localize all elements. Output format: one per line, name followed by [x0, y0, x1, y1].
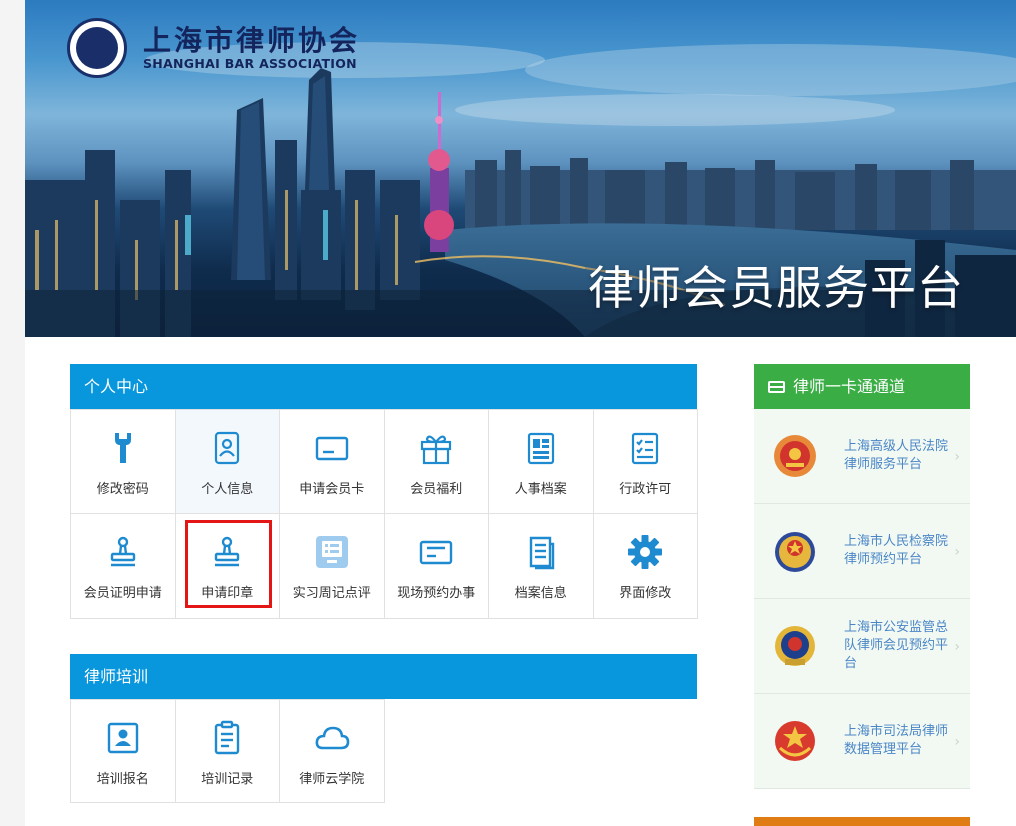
- tile-label: 个人信息: [201, 482, 254, 497]
- justice-bureau-link[interactable]: 上海市司法局律师 数据管理平台 ›: [754, 694, 970, 789]
- tile-label: 界面修改: [619, 586, 672, 601]
- link-line-2: 律师服务平台: [844, 457, 923, 472]
- registration-badge-icon: [105, 720, 141, 756]
- platform-title: 律师会员服务平台: [588, 261, 964, 315]
- wrench-icon: [105, 430, 141, 466]
- apply-seal-tile[interactable]: 申请印章: [175, 514, 280, 619]
- tile-label: 申请印章: [201, 586, 254, 601]
- public-security-link[interactable]: 上海市公安监管总 队律师会见预约平台 ›: [754, 599, 970, 694]
- archive-doc-icon: [523, 534, 559, 570]
- personal-info-tile[interactable]: 个人信息: [175, 410, 280, 514]
- training-registration-tile[interactable]: 培训报名: [71, 700, 176, 803]
- org-name-en: SHANGHAI BAR ASSOCIATION: [143, 56, 357, 71]
- change-password-tile[interactable]: 修改密码: [71, 410, 176, 514]
- link-line-2: 律师预约平台: [844, 552, 923, 567]
- cloud-icon: [314, 720, 350, 756]
- chevron-right-icon: ›: [954, 544, 960, 560]
- onsite-appointment-tile[interactable]: 现场预约办事: [384, 514, 489, 619]
- page: 上海市律师协会 SHANGHAI BAR ASSOCIATION 律师会员服务平…: [25, 0, 1016, 826]
- checklist-icon: [627, 430, 663, 466]
- chevron-right-icon: ›: [954, 449, 960, 465]
- tile-label: 律师云学院: [299, 772, 365, 787]
- header-banner: 上海市律师协会 SHANGHAI BAR ASSOCIATION 律师会员服务平…: [25, 0, 1016, 337]
- tile-label: 档案信息: [514, 586, 567, 601]
- procuratorate-emblem-icon: [775, 532, 815, 572]
- tile-label: 培训报名: [96, 772, 149, 787]
- apply-member-card-tile[interactable]: 申请会员卡: [280, 410, 385, 514]
- link-line-1: 上海市公安监管总: [844, 620, 949, 635]
- procuratorate-link[interactable]: 上海市人民检察院 律师预约平台 ›: [754, 504, 970, 599]
- gear-icon: [627, 534, 663, 570]
- appointment-card-icon: [418, 534, 454, 570]
- internship-weekly-review-tile[interactable]: 实习周记点评: [280, 514, 385, 619]
- link-line-2: 数据管理平台: [844, 742, 923, 757]
- association-seal-icon: [67, 18, 127, 78]
- chevron-right-icon: ›: [954, 734, 960, 750]
- tile-label: 行政许可: [619, 482, 672, 497]
- tile-label: 申请会员卡: [299, 482, 365, 497]
- tile-label: 现场预约办事: [397, 586, 476, 601]
- clipboard-icon: [209, 720, 245, 756]
- one-card-channel-list: 上海高级人民法院 律师服务平台 › 上海市人民检察院 律师预约平台 › 上海市公…: [754, 409, 970, 789]
- link-line-1: 上海高级人民法院: [844, 439, 949, 454]
- member-benefits-tile[interactable]: 会员福利: [384, 410, 489, 514]
- gift-icon: [418, 430, 454, 466]
- justice-emblem-icon: [775, 721, 815, 761]
- personal-center-header: 个人中心: [70, 364, 697, 409]
- stamp-icon: [209, 534, 245, 570]
- weekly-review-icon: [314, 534, 350, 570]
- personal-center-grid: 修改密码 个人信息 申请会员卡 会员福利 人事档案 行政许可 会员证明申请 申请…: [70, 409, 698, 619]
- link-line-1: 上海市司法局律师: [844, 724, 949, 739]
- link-line-2: 队律师会见预约平台: [844, 638, 949, 671]
- profile-card-icon: [209, 430, 245, 466]
- interface-settings-tile[interactable]: 界面修改: [593, 514, 698, 619]
- training-records-tile[interactable]: 培训记录: [175, 700, 280, 803]
- card-icon: [768, 380, 785, 393]
- tile-label: 修改密码: [96, 482, 149, 497]
- link-line-1: 上海市人民检察院: [844, 534, 949, 549]
- high-court-link[interactable]: 上海高级人民法院 律师服务平台 ›: [754, 409, 970, 504]
- tile-label: 人事档案: [514, 482, 567, 497]
- one-card-channel-header: 律师一卡通通道: [754, 364, 970, 409]
- court-emblem-icon: [774, 435, 816, 477]
- admin-license-tile[interactable]: 行政许可: [593, 410, 698, 514]
- membership-certificate-tile[interactable]: 会员证明申请: [71, 514, 176, 619]
- training-header: 律师培训: [70, 654, 697, 699]
- tile-label: 实习周记点评: [292, 586, 371, 601]
- archive-info-tile[interactable]: 档案信息: [489, 514, 594, 619]
- org-name-cn: 上海市律师协会: [143, 24, 361, 57]
- next-panel-header: [754, 817, 970, 826]
- chevron-right-icon: ›: [954, 639, 960, 655]
- police-emblem-icon: [775, 626, 815, 666]
- personnel-file-icon: [523, 430, 559, 466]
- one-card-channel-title: 律师一卡通通道: [793, 377, 906, 396]
- tile-label: 会员证明申请: [83, 586, 162, 601]
- lawyer-cloud-academy-tile[interactable]: 律师云学院: [280, 700, 385, 803]
- training-grid: 培训报名 培训记录 律师云学院: [70, 699, 385, 803]
- personnel-file-tile[interactable]: 人事档案: [489, 410, 594, 514]
- association-logo[interactable]: 上海市律师协会 SHANGHAI BAR ASSOCIATION: [67, 18, 360, 78]
- stamp-icon: [105, 534, 141, 570]
- member-card-icon: [314, 430, 350, 466]
- tile-label: 会员福利: [410, 482, 463, 497]
- tile-label: 培训记录: [201, 772, 254, 787]
